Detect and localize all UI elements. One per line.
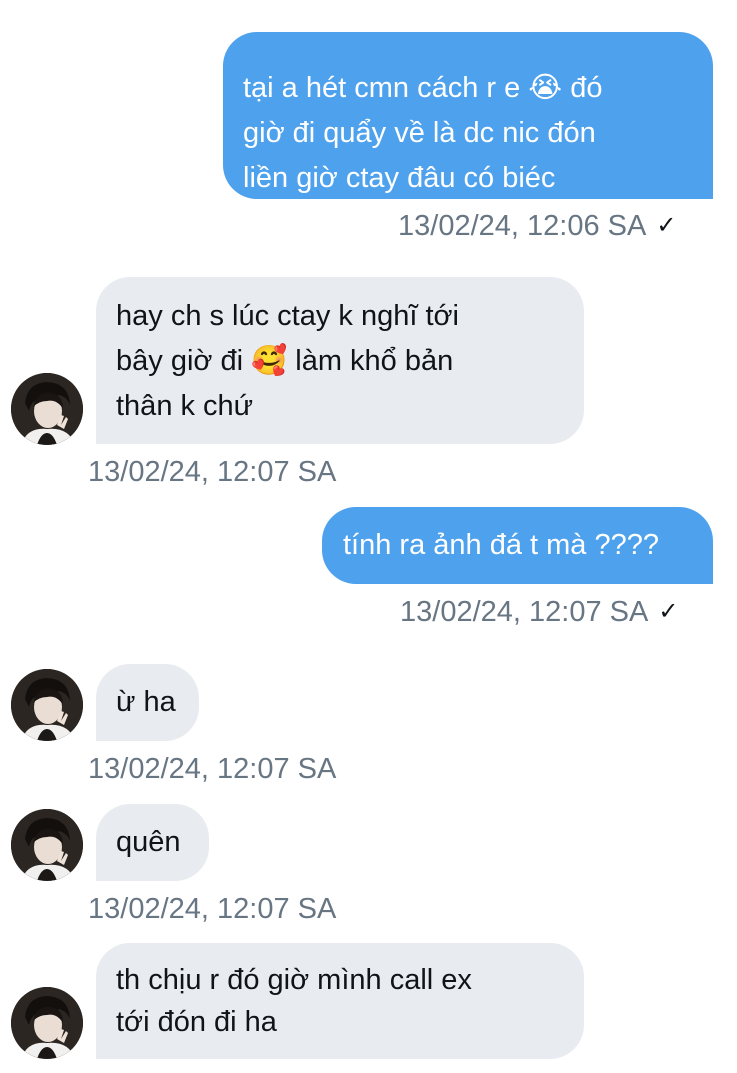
avatar-image	[11, 669, 83, 741]
message-bubble-incoming[interactable]: quên	[96, 804, 209, 881]
message-text-line: tại a hét cmn cách r e 😭 đó	[243, 72, 603, 104]
message-timestamp: 13/02/24, 12:06 SA ✓	[398, 209, 676, 243]
message-timestamp: 13/02/24, 12:07 SA ✓	[400, 595, 678, 629]
message-text-line: bây giờ đi 🥰 làm khổ bản	[116, 345, 454, 377]
message-bubble-incoming[interactable]: ừ ha	[96, 664, 199, 741]
message-text-line: th chịu r đó giờ mình call ex	[116, 964, 472, 996]
message-timestamp: 13/02/24, 12:07 SA	[88, 456, 337, 488]
message-bubble-outgoing[interactable]: tại a hét cmn cách r e 😭 đó giờ đi quẩy …	[223, 32, 713, 199]
message-bubble-outgoing[interactable]: tính ra ảnh đá t mà ????	[322, 507, 713, 584]
message-text-line: thân k chứ	[116, 390, 254, 422]
message-text-line: hay ch s lúc ctay k nghĩ tới	[116, 300, 460, 332]
message-text-line: liền giờ ctay đâu có biéc	[243, 162, 556, 194]
message-bubble-incoming[interactable]: hay ch s lúc ctay k nghĩ tới bây giờ đi …	[96, 277, 584, 444]
message-text-line: quên	[116, 826, 181, 858]
avatar-image	[11, 373, 83, 445]
message-timestamp: 13/02/24, 12:07 SA	[88, 893, 337, 925]
timestamp-text: 13/02/24, 12:07 SA	[400, 596, 649, 628]
timestamp-text: 13/02/24, 12:06 SA	[398, 210, 647, 242]
avatar-image	[11, 987, 83, 1059]
avatar[interactable]	[11, 987, 83, 1059]
message-timestamp: 13/02/24, 12:07 SA	[88, 753, 337, 785]
message-text-line: tới đón đi ha	[116, 1006, 277, 1038]
check-icon: ✓	[656, 212, 677, 239]
message-text-line: giờ đi quẩy về là dc nic đón	[243, 117, 596, 149]
check-icon: ✓	[658, 598, 679, 625]
avatar[interactable]	[11, 809, 83, 881]
avatar[interactable]	[11, 373, 83, 445]
message-text-line: ừ ha	[116, 686, 176, 718]
message-bubble-incoming[interactable]: th chịu r đó giờ mình call ex tới đón đi…	[96, 943, 584, 1059]
avatar[interactable]	[11, 669, 83, 741]
message-text-line: tính ra ảnh đá t mà ????	[343, 529, 659, 561]
avatar-image	[11, 809, 83, 881]
